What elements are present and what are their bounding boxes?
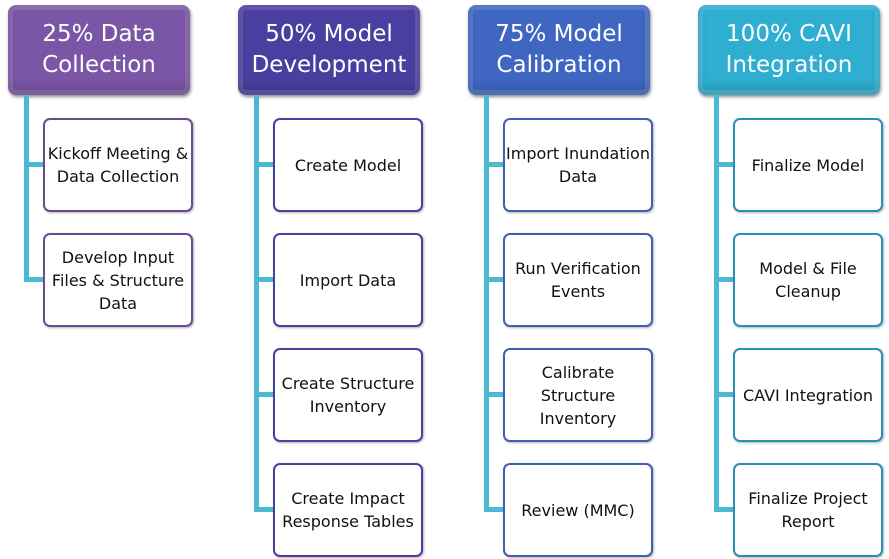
connector-branch <box>484 507 503 512</box>
connector-branch <box>254 162 273 167</box>
task-box: Import Inundation Data <box>503 118 653 212</box>
connector-branch <box>714 277 733 282</box>
connector-branch <box>714 162 733 167</box>
task-box: CAVI Integration <box>733 348 883 442</box>
connector-line <box>484 95 489 512</box>
task-box: Develop Input Files & Structure Data <box>43 233 193 327</box>
connector-branch <box>714 507 733 512</box>
connector-branch <box>484 162 503 167</box>
connector-branch <box>714 392 733 397</box>
task-box: Review (MMC) <box>503 463 653 557</box>
phase-column: 25% Data Collection Kickoff Meeting & Dat… <box>8 0 193 559</box>
task-box: Run Verification Events <box>503 233 653 327</box>
task-box: Finalize Project Report <box>733 463 883 557</box>
connector-branch <box>24 162 43 167</box>
task-box: Finalize Model <box>733 118 883 212</box>
connector-line <box>254 95 259 512</box>
task-box: Create Model <box>273 118 423 212</box>
task-box: Kickoff Meeting & Data Collection <box>43 118 193 212</box>
connector-branch <box>254 392 273 397</box>
phase-column: 75% Model Calibration Import Inundation D… <box>468 0 653 559</box>
task-box: Calibrate Structure Inventory <box>503 348 653 442</box>
connector-branch <box>24 277 43 282</box>
connector-line <box>714 95 719 512</box>
phase-column: 50% Model Development Create Model Import … <box>238 0 423 559</box>
task-box: Create Impact Response Tables <box>273 463 423 557</box>
task-box: Import Data <box>273 233 423 327</box>
task-box: Model & File Cleanup <box>733 233 883 327</box>
task-box: Create Structure Inventory <box>273 348 423 442</box>
connector-branch <box>484 277 503 282</box>
connector-branch <box>254 277 273 282</box>
connector-line <box>24 95 29 282</box>
phase-header: 75% Model Calibration <box>468 5 650 95</box>
phase-header: 25% Data Collection <box>8 5 190 95</box>
connector-branch <box>484 392 503 397</box>
phase-column: 100% CAVI Integration Finalize Model Model… <box>698 0 883 559</box>
connector-branch <box>254 507 273 512</box>
phase-header: 50% Model Development <box>238 5 420 95</box>
phase-header: 100% CAVI Integration <box>698 5 880 95</box>
